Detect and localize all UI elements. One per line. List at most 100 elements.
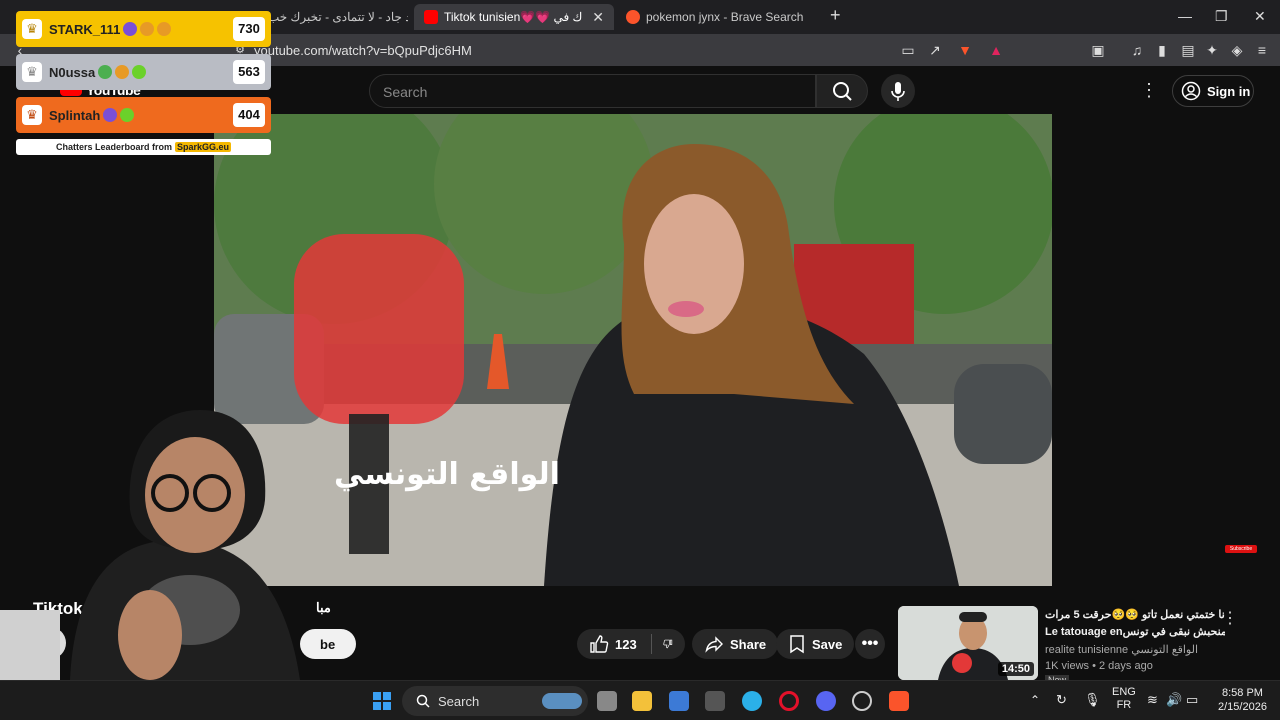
sign-in-button[interactable]: Sign in bbox=[1172, 75, 1254, 107]
search-icon bbox=[416, 694, 430, 708]
account-icon bbox=[1181, 81, 1201, 101]
badge-icon bbox=[140, 22, 155, 36]
share-page-icon[interactable]: ↗ bbox=[927, 42, 943, 58]
windows-start-icon[interactable] bbox=[372, 691, 392, 711]
leaderboard-footer: Chatters Leaderboard from SparkGG.eu bbox=[16, 139, 271, 155]
thumbs-up-icon bbox=[590, 635, 609, 653]
suggested-video-views: 1K views • 2 days ago bbox=[1045, 660, 1153, 672]
tab-label: Tiktok tunisien💗💗 التيك توك في bbox=[444, 10, 583, 24]
search-placeholder: Search bbox=[383, 84, 428, 100]
share-icon bbox=[705, 636, 723, 653]
minimize-icon[interactable]: — bbox=[1178, 8, 1192, 24]
opera-icon[interactable] bbox=[779, 691, 799, 711]
cast-icon[interactable]: ▭ bbox=[900, 42, 916, 58]
leaderboard-row-2: ♛ N0ussa 563 bbox=[16, 54, 271, 90]
volume-icon[interactable]: 🔊 bbox=[1166, 692, 1182, 708]
task-view-icon[interactable] bbox=[597, 691, 617, 711]
crown-icon: ♛ bbox=[22, 62, 42, 82]
vpn-icon[interactable]: ◈ bbox=[1229, 42, 1245, 58]
badge-icon bbox=[120, 108, 135, 122]
leaderboard-row-3: ♛ Splintah 404 bbox=[16, 97, 271, 133]
clock-date: 2/15/2026 bbox=[1218, 701, 1267, 713]
search-icon bbox=[833, 82, 852, 101]
language-bottom: FR bbox=[1116, 699, 1132, 711]
crown-icon: ♛ bbox=[22, 19, 42, 39]
youtube-favicon-icon bbox=[424, 10, 438, 24]
brave-rewards-icon[interactable]: ▲ bbox=[988, 42, 1004, 58]
search-button[interactable] bbox=[816, 74, 868, 108]
leaderboard-name: STARK_111 bbox=[49, 21, 121, 37]
tab-tiktok-tunisien[interactable]: Tiktok tunisien💗💗 التيك توك في ✕ bbox=[414, 4, 614, 30]
leaderboard-score: 404 bbox=[233, 103, 265, 127]
badge-icon bbox=[98, 65, 113, 79]
discord-icon[interactable] bbox=[816, 691, 836, 711]
url-field[interactable]: youtube.com/watch?v=bQpuPdjc6HM bbox=[254, 43, 472, 58]
subscribe-watermark-badge[interactable]: Subscribe bbox=[1225, 545, 1257, 553]
save-button[interactable]: Save bbox=[776, 629, 855, 659]
leaderboard-brand: SparkGG.eu bbox=[175, 142, 232, 152]
tab-label: pokemon jynx - Brave Search bbox=[646, 10, 804, 24]
microphone-tray-icon[interactable]: 🎙 bbox=[1084, 692, 1101, 708]
close-window-icon[interactable]: ✕ bbox=[1254, 8, 1266, 25]
media-icon[interactable]: ♫ bbox=[1129, 42, 1145, 58]
voice-search-button[interactable] bbox=[881, 74, 915, 108]
thumbs-down-icon[interactable] bbox=[663, 634, 673, 654]
badge-icon bbox=[103, 108, 118, 122]
clock[interactable]: 8:58 PM 2/15/2026 bbox=[1218, 686, 1267, 714]
video-duration: 14:50 bbox=[997, 662, 1034, 676]
sign-in-label: Sign in bbox=[1207, 83, 1251, 99]
sync-icon[interactable]: ↻ bbox=[1056, 692, 1067, 708]
video-player[interactable]: الواقع التونسي bbox=[214, 114, 1052, 586]
file-explorer-icon[interactable] bbox=[632, 691, 652, 711]
tab-label: محمد جاد - لا تتمادى - تخبرك خب bbox=[268, 10, 408, 24]
suggested-channel-name[interactable]: realite tunisienne الواقع التونسي bbox=[1045, 643, 1198, 656]
new-tab-icon[interactable]: + bbox=[830, 5, 841, 26]
search-highlight-icon bbox=[542, 693, 582, 709]
tab-mohamed-jad[interactable]: محمد جاد - لا تتمادى - تخبرك خب bbox=[268, 4, 408, 30]
taskbar-search[interactable]: Search bbox=[402, 686, 588, 716]
like-button[interactable]: 123 bbox=[589, 634, 637, 654]
streamer-webcam-overlay bbox=[0, 400, 330, 680]
like-count: 123 bbox=[615, 636, 637, 652]
leo-ai-icon[interactable]: ✦ bbox=[1204, 42, 1220, 58]
wallet-icon[interactable]: ▤ bbox=[1180, 42, 1196, 58]
obs-icon[interactable] bbox=[852, 691, 872, 711]
maximize-icon[interactable]: ❐ bbox=[1215, 8, 1228, 25]
microsoft-store-icon[interactable] bbox=[669, 691, 689, 711]
leaderboard-row-1: ♛ STARK_111 730 bbox=[16, 11, 271, 47]
more-actions-button[interactable]: ••• bbox=[855, 629, 885, 659]
wifi-icon[interactable]: ≋ bbox=[1147, 692, 1158, 708]
battery-icon[interactable]: ▭ bbox=[1186, 692, 1198, 708]
leaderboard-footer-text: Chatters Leaderboard from bbox=[55, 142, 172, 152]
edge-icon[interactable] bbox=[742, 691, 762, 711]
brave-search-favicon-icon bbox=[626, 10, 640, 24]
search-input[interactable]: Search bbox=[369, 74, 816, 108]
more-horizontal-icon: ••• bbox=[861, 635, 879, 652]
more-options-icon[interactable]: ⋮ bbox=[1140, 80, 1158, 101]
sidebar-icon[interactable]: ▮ bbox=[1154, 42, 1170, 58]
suggested-video-thumbnail[interactable]: 14:50 bbox=[898, 606, 1038, 680]
suggested-video-title-line2[interactable]: Le tatouage enمنحبش نبقى في تونس... bbox=[1045, 625, 1225, 638]
upload-age: 2 days ago bbox=[1099, 660, 1153, 672]
language-indicator[interactable]: ENG FR bbox=[1112, 686, 1136, 712]
windows-taskbar: Search ⌃ ↻ 🎙 ENG FR ≋ 🔊 ▭ 8:58 PM 2/15/202… bbox=[0, 680, 1280, 720]
views-count: 1K views bbox=[1045, 660, 1090, 672]
suggested-video-title-line1[interactable]: أنا ختمتي نعمل تاتو 🥺🥺حرقت 5 مرات bbox=[1045, 608, 1225, 621]
like-dislike-group: 123 bbox=[577, 629, 685, 659]
brave-shields-icon[interactable]: ▼ bbox=[957, 42, 973, 58]
leaderboard-score: 730 bbox=[233, 17, 265, 41]
brave-browser-icon[interactable] bbox=[889, 691, 909, 711]
leaderboard-score: 563 bbox=[233, 60, 265, 84]
share-button[interactable]: Share bbox=[692, 629, 779, 659]
badge-icon bbox=[115, 65, 130, 79]
tab-pokemon-search[interactable]: pokemon jynx - Brave Search bbox=[626, 4, 816, 30]
clock-time: 8:58 PM bbox=[1221, 687, 1263, 699]
suggestion-menu-icon[interactable]: ⋮ bbox=[1222, 608, 1238, 628]
video-frame-image: الواقع التونسي bbox=[214, 114, 1052, 586]
show-hidden-icons-icon[interactable]: ⌃ bbox=[1030, 693, 1040, 707]
app-icon[interactable] bbox=[705, 691, 725, 711]
reader-mode-icon[interactable]: ▣ bbox=[1090, 42, 1106, 58]
share-label: Share bbox=[730, 636, 767, 652]
close-tab-icon[interactable]: ✕ bbox=[592, 9, 604, 26]
menu-icon[interactable]: ≡ bbox=[1254, 42, 1270, 58]
